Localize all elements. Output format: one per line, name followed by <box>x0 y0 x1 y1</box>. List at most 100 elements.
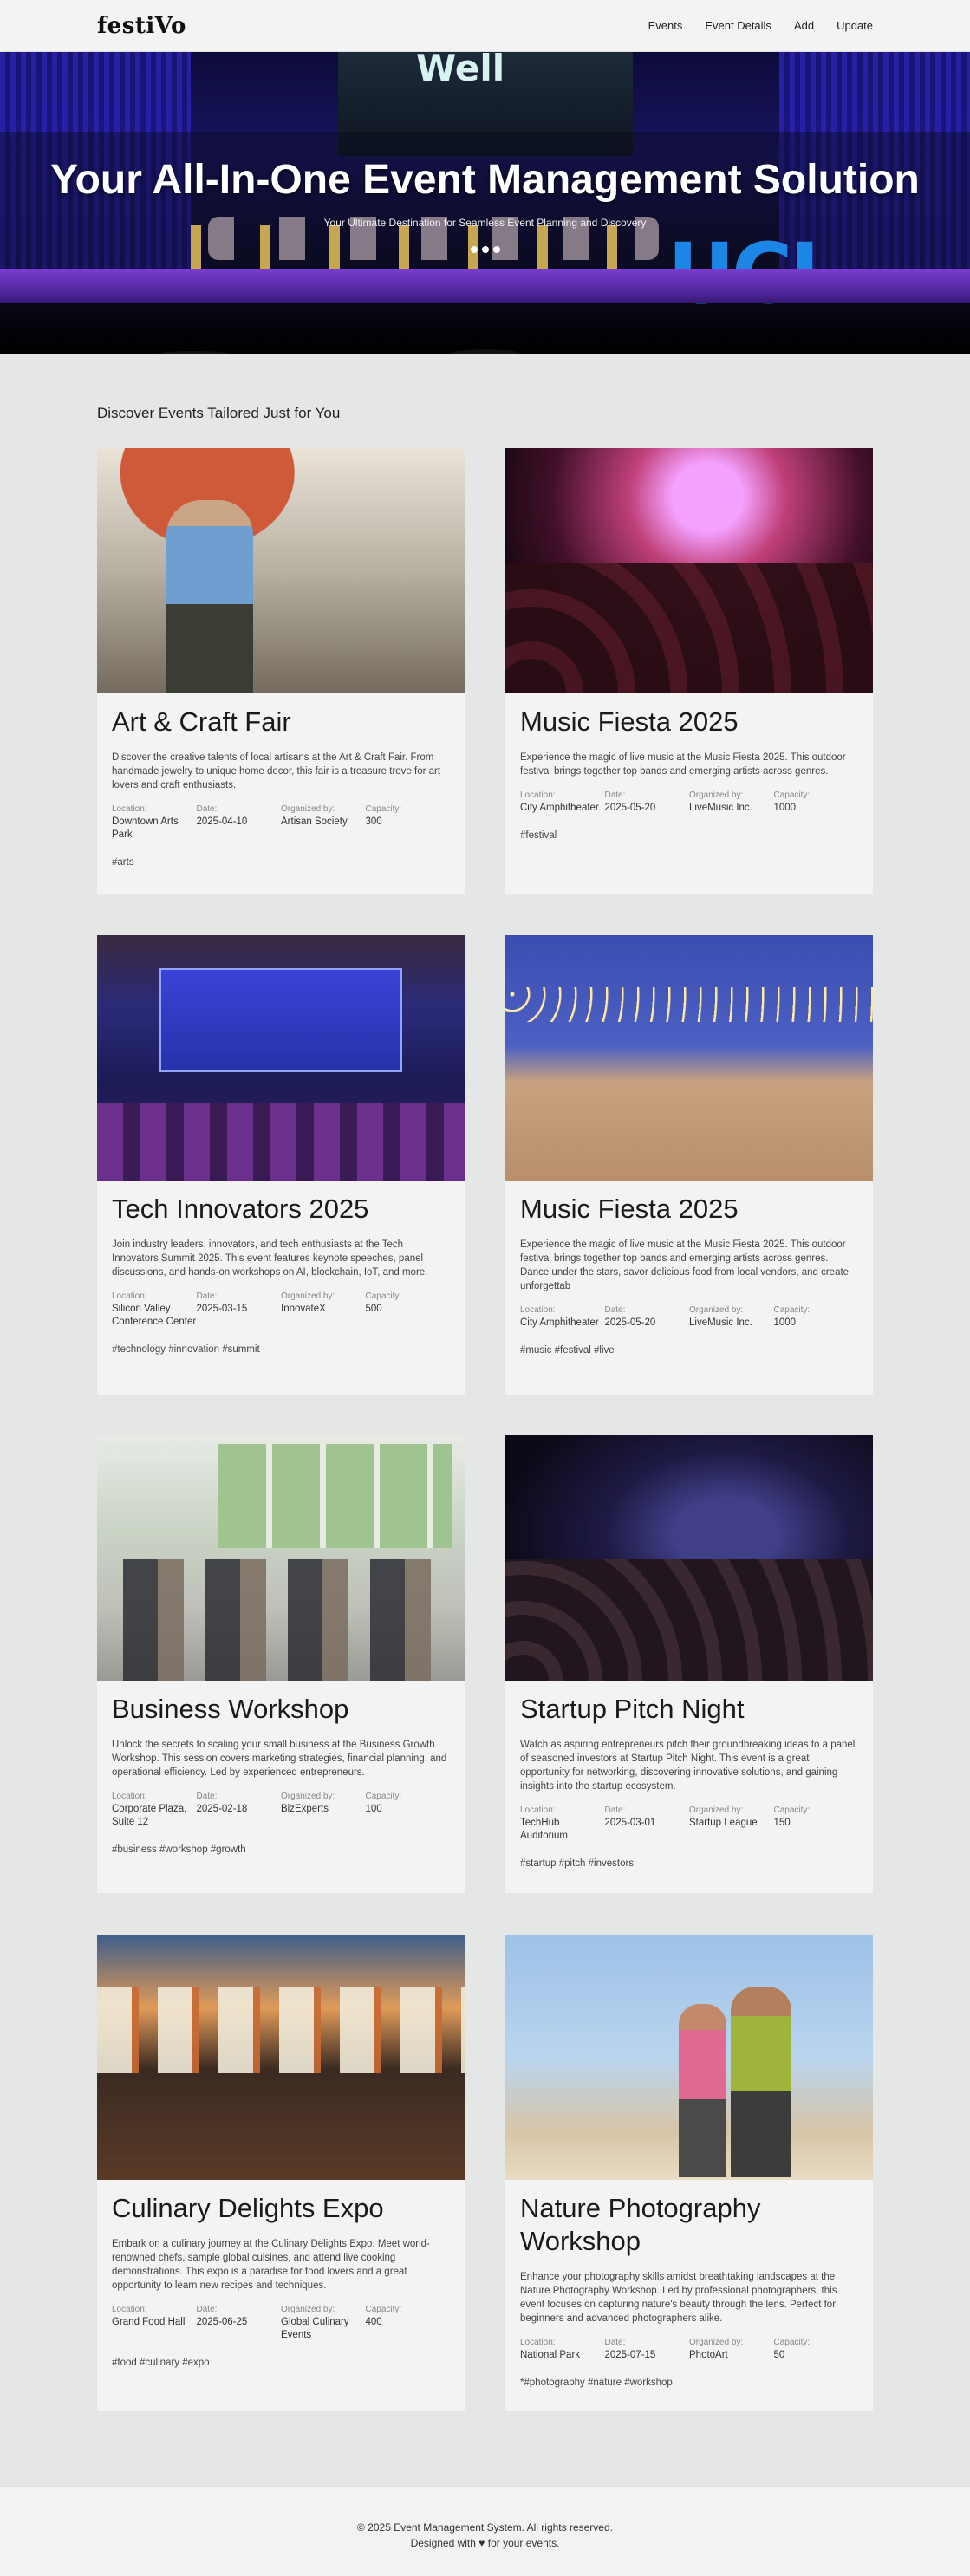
event-title: Music Fiesta 2025 <box>520 706 739 737</box>
event-date: 2025-07-15 <box>604 2350 656 2360</box>
event-meta: Location: National Park Date: 2025-07-15 O… <box>520 2338 858 2362</box>
event-location: TechHub Auditorium <box>520 1818 568 1841</box>
event-title: Music Fiesta 2025 <box>520 1194 739 1224</box>
event-card[interactable]: Culinary Delights Expo Embark on a culin… <box>97 1935 465 2411</box>
event-capacity: 1000 <box>773 1317 797 1328</box>
nav-link-add[interactable]: Add <box>794 19 814 32</box>
nav-link-update[interactable]: Update <box>837 19 873 32</box>
event-organizer: InnovateX <box>281 1304 326 1314</box>
footer-copyright: © 2025 Event Management System. All righ… <box>357 2521 613 2534</box>
event-meta: Location: Corporate Plaza, Suite 12 Date:… <box>112 1792 450 1829</box>
location-label: Location: <box>112 1792 147 1801</box>
event-date: 2025-03-01 <box>604 1818 656 1828</box>
event-image-culinary-expo <box>97 1935 465 2180</box>
event-location: Grand Food Hall <box>112 2317 186 2327</box>
event-location: City Amphitheater <box>520 1317 599 1328</box>
event-date: 2025-03-15 <box>196 1304 248 1314</box>
event-image-art-craft <box>97 448 465 693</box>
date-label: Date: <box>196 804 218 814</box>
organizer-label: Organized by: <box>281 1291 335 1301</box>
event-capacity: 1000 <box>773 803 797 813</box>
event-description: Unlock the secrets to scaling your small… <box>112 1740 447 1778</box>
organizer-label: Organized by: <box>281 804 335 814</box>
carousel-dot-3[interactable] <box>492 246 500 253</box>
event-image-nature-photography <box>505 1935 873 2180</box>
capacity-label: Capacity: <box>773 1305 811 1315</box>
capacity-label: Capacity: <box>773 2338 811 2347</box>
organizer-label: Organized by: <box>689 1805 744 1815</box>
event-organizer: LiveMusic Inc. <box>689 803 752 813</box>
event-image-startup-pitch <box>505 1435 873 1681</box>
capacity-label: Capacity: <box>365 2305 402 2314</box>
organizer-label: Organized by: <box>281 1792 335 1801</box>
location-label: Location: <box>520 1805 556 1815</box>
event-tags: *#photography #nature #workshop <box>520 2378 673 2388</box>
event-meta: Location: TechHub Auditorium Date: 2025-03… <box>520 1805 858 1843</box>
event-organizer: Startup League <box>689 1818 758 1828</box>
capacity-label: Capacity: <box>365 1792 402 1801</box>
organizer-label: Organized by: <box>689 1305 744 1315</box>
event-description: Join industry leaders, innovators, and t… <box>112 1239 428 1278</box>
event-card[interactable]: Business Workshop Unlock the secrets to … <box>97 1435 465 1893</box>
event-tags: #festival <box>520 830 557 841</box>
event-capacity: 500 <box>365 1304 382 1314</box>
event-image-business-workshop <box>97 1435 465 1681</box>
nav-link-events[interactable]: Events <box>648 19 683 32</box>
event-title: Tech Innovators 2025 <box>112 1194 369 1224</box>
organizer-label: Organized by: <box>689 790 744 800</box>
event-organizer: LiveMusic Inc. <box>689 1317 752 1328</box>
event-card[interactable]: Music Fiesta 2025 Experience the magic o… <box>505 935 873 1395</box>
date-label: Date: <box>604 1305 626 1315</box>
capacity-label: Capacity: <box>365 1291 402 1301</box>
event-image-beach-festival <box>505 935 873 1181</box>
nav-links: Events Event Details Add Update <box>648 19 873 32</box>
capacity-label: Capacity: <box>773 1805 811 1815</box>
event-date: 2025-05-20 <box>604 803 656 813</box>
event-card[interactable]: Art & Craft Fair Discover the creative t… <box>97 448 465 894</box>
event-date: 2025-05-20 <box>604 1317 656 1328</box>
capacity-label: Capacity: <box>773 790 811 800</box>
footer-credit: Designed with ♥ for your events. <box>410 2537 560 2549</box>
event-title: Culinary Delights Expo <box>112 2193 384 2223</box>
navbar: festiVo Events Event Details Add Update <box>0 0 970 52</box>
event-organizer: PhotoArt <box>689 2350 728 2360</box>
event-capacity: 100 <box>365 1804 382 1814</box>
event-capacity: 400 <box>365 2317 382 2327</box>
event-card[interactable]: Startup Pitch Night Watch as aspiring en… <box>505 1435 873 1893</box>
event-location: Silicon Valley Conference Center <box>112 1304 197 1327</box>
brand-logo[interactable]: festiVo <box>97 13 186 39</box>
carousel-dot-1[interactable] <box>470 246 478 253</box>
date-label: Date: <box>604 790 626 800</box>
footer: © 2025 Event Management System. All righ… <box>0 2486 970 2576</box>
event-title: Nature Photography Workshop <box>520 2193 761 2256</box>
date-label: Date: <box>604 2338 626 2347</box>
event-date: 2025-02-18 <box>196 1804 248 1814</box>
event-title: Startup Pitch Night <box>520 1694 745 1724</box>
carousel-indicators <box>0 246 970 253</box>
event-card[interactable]: Nature Photography Workshop Enhance your… <box>505 1935 873 2411</box>
event-meta: Location: Downtown Arts Park Date: 2025-04… <box>112 804 450 842</box>
event-description: Discover the creative talents of local a… <box>112 752 441 790</box>
event-card[interactable]: Music Fiesta 2025 Experience the magic o… <box>505 448 873 894</box>
event-location: City Amphitheater <box>520 803 599 813</box>
event-tags: #technology #innovation #summit <box>112 1344 260 1355</box>
carousel-dot-2[interactable] <box>481 246 489 253</box>
capacity-label: Capacity: <box>365 804 402 814</box>
location-label: Location: <box>112 1291 147 1301</box>
event-card[interactable]: Tech Innovators 2025 Join industry leade… <box>97 935 465 1395</box>
event-meta: Location: City Amphitheater Date: 2025-05-… <box>520 1305 858 1330</box>
date-label: Date: <box>196 1291 218 1301</box>
event-description: Enhance your photography skills amidst b… <box>520 2272 837 2324</box>
event-meta: Location: Silicon Valley Conference Cente… <box>112 1291 450 1329</box>
hero-banner: Well UCL Your All-In-One Event Managemen… <box>0 52 970 354</box>
hero-subtitle: Your Ultimate Destination for Seamless E… <box>323 217 647 229</box>
section-title: Discover Events Tailored Just for You <box>97 405 341 421</box>
event-tags: #arts <box>112 857 134 868</box>
event-tags: #startup #pitch #investors <box>520 1858 635 1869</box>
event-image-music-fiesta <box>505 448 873 693</box>
location-label: Location: <box>112 2305 147 2314</box>
nav-link-event-details[interactable]: Event Details <box>705 19 771 32</box>
event-location: National Park <box>520 2350 581 2360</box>
event-capacity: 300 <box>365 816 382 827</box>
hero-audience <box>0 296 970 354</box>
